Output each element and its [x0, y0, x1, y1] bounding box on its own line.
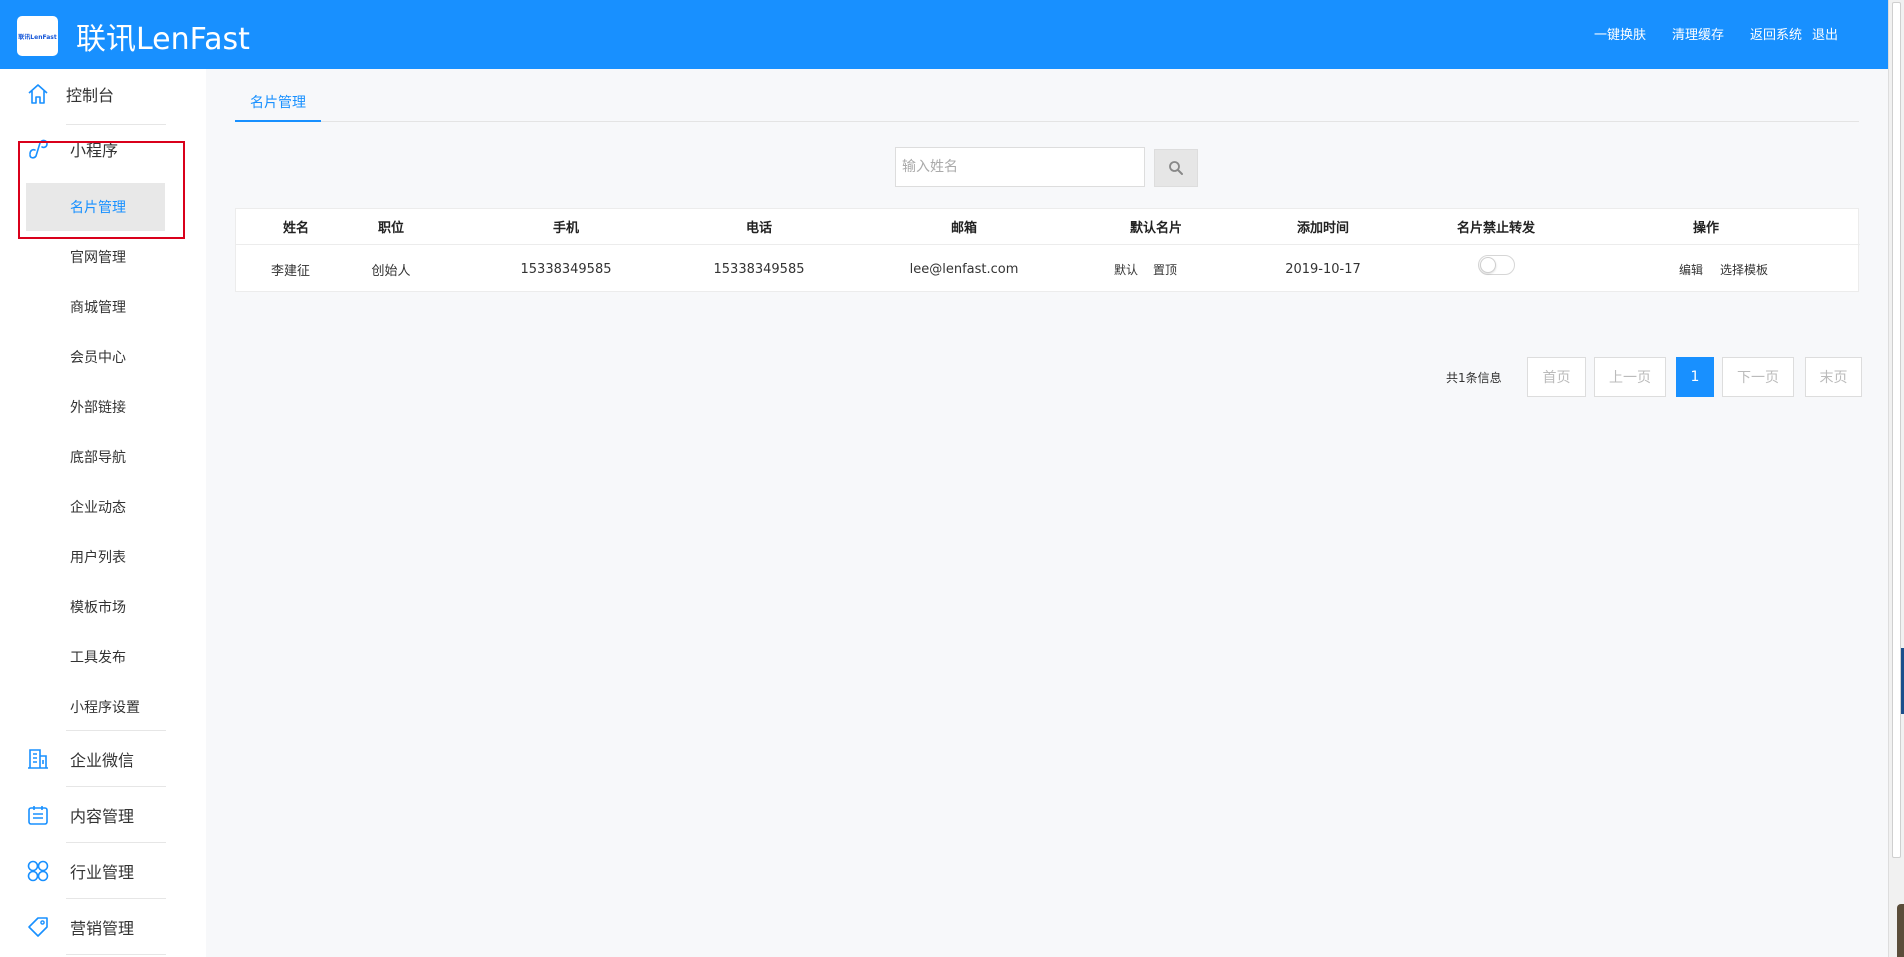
- first-page-button[interactable]: 首页: [1527, 357, 1586, 397]
- sidebar-subitem-tool-publish[interactable]: 工具发布: [70, 647, 126, 667]
- cell-name: 李建征: [271, 263, 311, 279]
- return-system-link[interactable]: 返回系统: [1750, 24, 1802, 43]
- cell-position: 创始人: [371, 263, 411, 279]
- sidebar-subitem-label: 名片管理: [70, 200, 126, 216]
- building-icon: [28, 749, 48, 769]
- sidebar-item-label: 小程序: [70, 141, 119, 160]
- table-row: 李建征 创始人 15338349585 15338349585 lee@lenf…: [236, 245, 1860, 293]
- tab-bar: 名片管理: [235, 83, 1859, 122]
- toggle-knob: [1479, 257, 1496, 273]
- clear-cache-link[interactable]: 清理缓存: [1672, 24, 1724, 43]
- header-actions: 一键换肤 清理缓存 返回系统 退出: [1594, 24, 1838, 43]
- sidebar-item-enterprise-wechat[interactable]: 企业微信: [0, 746, 206, 772]
- header-added-time: 添加时间: [1296, 221, 1349, 236]
- table-header: 姓名 职位 手机 电话 邮箱 默认名片 添加时间 名片禁止转发 操作: [236, 209, 1860, 245]
- tag-icon: [28, 917, 48, 937]
- sidebar-item-marketing-management[interactable]: 营销管理: [0, 914, 206, 940]
- sidebar-item-mini-program[interactable]: 小程序: [0, 136, 206, 162]
- clover-icon: [27, 860, 49, 882]
- sidebar-subitem-company-news[interactable]: 企业动态: [70, 497, 126, 517]
- sidebar-divider: [66, 842, 166, 843]
- scrollbar-corner: [1897, 904, 1904, 957]
- sidebar-item-dashboard[interactable]: 控制台: [0, 81, 206, 107]
- sidebar-divider: [66, 898, 166, 899]
- header-phone: 电话: [745, 221, 772, 236]
- sidebar: 控制台 小程序 名片管理 官网管理 商城管理 会员中心 外部链接 底部导航 企业…: [0, 69, 206, 957]
- scrollbar-thumb[interactable]: [1892, 2, 1901, 858]
- business-card-table: 姓名 职位 手机 电话 邮箱 默认名片 添加时间 名片禁止转发 操作 李建征 创…: [235, 208, 1860, 293]
- tab-card-management[interactable]: 名片管理: [235, 83, 321, 122]
- calendar-icon: [28, 806, 48, 825]
- sidebar-divider: [66, 954, 166, 955]
- skin-switch-link[interactable]: 一键换肤: [1594, 24, 1646, 43]
- sidebar-subitem-card-management[interactable]: 名片管理: [26, 183, 165, 231]
- sidebar-subitem-template-market[interactable]: 模板市场: [70, 597, 126, 617]
- header-name: 姓名: [282, 221, 309, 236]
- header-forward-disabled: 名片禁止转发: [1456, 221, 1535, 236]
- sidebar-subitem-member-center[interactable]: 会员中心: [70, 347, 126, 367]
- header-mobile: 手机: [552, 221, 579, 236]
- cell-email: lee@lenfast.com: [909, 261, 1019, 277]
- sidebar-divider: [66, 124, 166, 125]
- sidebar-subitem-mini-settings[interactable]: 小程序设置: [70, 697, 140, 717]
- search-input[interactable]: [895, 147, 1145, 187]
- sidebar-subitem-external-links[interactable]: 外部链接: [70, 397, 126, 417]
- last-page-button[interactable]: 末页: [1805, 357, 1862, 397]
- brand-title: 联讯LenFast: [76, 22, 250, 57]
- sidebar-divider: [66, 786, 166, 787]
- sidebar-item-industry-management[interactable]: 行业管理: [0, 858, 206, 884]
- cell-forward-toggle: [1461, 241, 1531, 289]
- pagination-info: 共1条信息: [1446, 371, 1502, 385]
- home-icon: [28, 84, 48, 104]
- header-actions: 操作: [1692, 221, 1719, 236]
- sidebar-subitem-mall[interactable]: 商城管理: [70, 297, 126, 317]
- logo[interactable]: 联讯LenFast: [17, 16, 58, 56]
- sidebar-divider: [66, 730, 166, 731]
- sidebar-subitem-user-list[interactable]: 用户列表: [70, 547, 126, 567]
- sidebar-item-label: 企业微信: [70, 751, 135, 770]
- sidebar-item-label: 内容管理: [70, 807, 135, 826]
- search-icon: [1169, 161, 1183, 175]
- header-default-card: 默认名片: [1129, 221, 1182, 236]
- top-header: 联讯LenFast 联讯LenFast 一键换肤 清理缓存 返回系统 退出: [0, 0, 1888, 69]
- select-template-link[interactable]: 选择模板: [1720, 245, 1790, 293]
- cell-added-time: 2019-10-17: [1285, 261, 1361, 277]
- sidebar-item-label: 营销管理: [70, 919, 135, 938]
- cell-phone: 15338349585: [713, 261, 805, 277]
- sidebar-item-label: 控制台: [66, 86, 115, 105]
- search-button[interactable]: [1154, 149, 1198, 187]
- forward-disable-toggle[interactable]: [1477, 255, 1515, 275]
- header-email: 邮箱: [950, 221, 977, 236]
- vertical-scrollbar[interactable]: [1888, 0, 1904, 957]
- set-default-link[interactable]: 默认: [1114, 245, 1154, 293]
- page-1-button[interactable]: 1: [1676, 357, 1714, 397]
- cell-mobile: 15338349585: [520, 261, 612, 277]
- pin-top-link[interactable]: 置顶: [1153, 245, 1193, 293]
- next-page-button[interactable]: 下一页: [1722, 357, 1794, 397]
- prev-page-button[interactable]: 上一页: [1594, 357, 1666, 397]
- logo-text: 联讯LenFast: [18, 33, 57, 41]
- sidebar-subitem-website[interactable]: 官网管理: [70, 247, 126, 267]
- sidebar-item-label: 行业管理: [70, 863, 135, 882]
- sidebar-item-content-management[interactable]: 内容管理: [0, 802, 206, 828]
- sidebar-subitem-bottom-nav[interactable]: 底部导航: [70, 447, 126, 467]
- header-position: 职位: [377, 221, 404, 236]
- logout-link[interactable]: 退出: [1812, 24, 1838, 43]
- edit-link[interactable]: 编辑: [1679, 245, 1719, 293]
- mini-program-icon: [29, 139, 48, 159]
